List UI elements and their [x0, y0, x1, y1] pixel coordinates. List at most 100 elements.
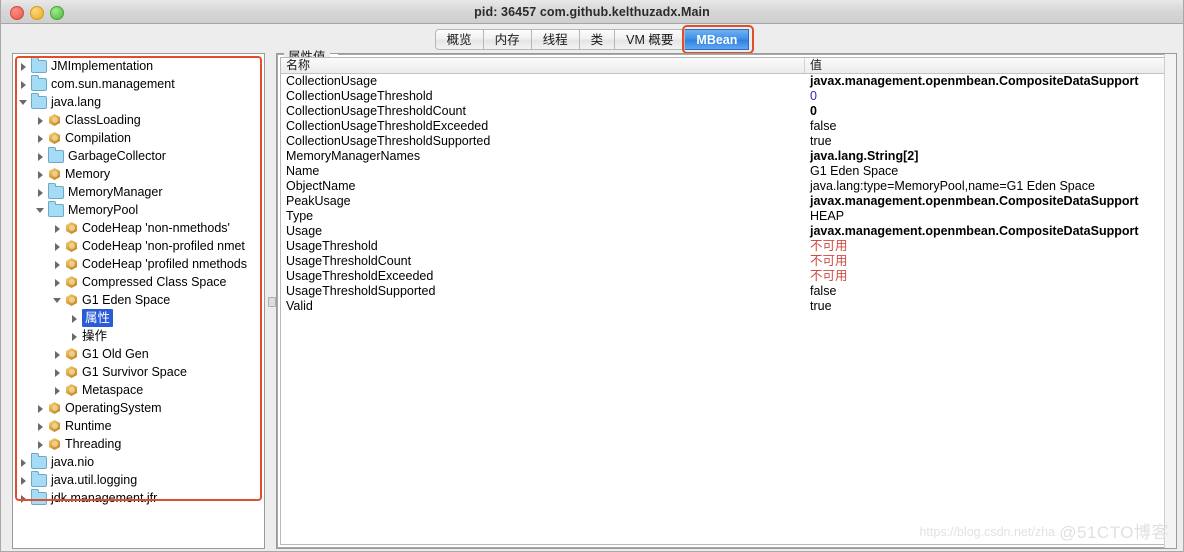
- chevron-down-icon[interactable]: [53, 291, 65, 309]
- table-row[interactable]: PeakUsage javax.management.openmbean.Comp…: [281, 194, 1172, 209]
- chevron-right-icon[interactable]: [53, 363, 65, 381]
- tree-node[interactable]: Threading: [13, 435, 264, 453]
- pane-splitter[interactable]: [265, 53, 276, 549]
- vertical-scrollbar[interactable]: [1164, 54, 1176, 548]
- attribute-name-cell: UsageThresholdCount: [286, 254, 412, 268]
- attribute-value-cell[interactable]: true: [805, 299, 1172, 314]
- chevron-right-icon[interactable]: [19, 75, 31, 93]
- tree-node[interactable]: G1 Survivor Space: [13, 363, 264, 381]
- minimize-button[interactable]: [30, 6, 44, 20]
- tree-node[interactable]: Runtime: [13, 417, 264, 435]
- chevron-right-icon[interactable]: [53, 237, 65, 255]
- tree-node[interactable]: java.nio: [13, 452, 264, 471]
- chevron-right-icon[interactable]: [19, 471, 31, 489]
- zoom-button[interactable]: [50, 6, 64, 20]
- table-row[interactable]: Valid true: [281, 299, 1172, 314]
- chevron-right-icon[interactable]: [36, 183, 48, 201]
- tree-node[interactable]: G1 Eden Space: [13, 291, 264, 309]
- attribute-value-cell[interactable]: javax.management.openmbean.CompositeData…: [805, 224, 1172, 239]
- tree-node[interactable]: JMImplementation: [13, 56, 264, 75]
- attribute-value-cell[interactable]: 0: [805, 89, 1172, 104]
- splitter-grip[interactable]: [267, 297, 276, 307]
- chevron-right-icon[interactable]: [53, 345, 65, 363]
- tree-node[interactable]: CodeHeap 'non-profiled nmet: [13, 237, 264, 255]
- tree-node[interactable]: 操作: [13, 327, 264, 345]
- chevron-right-icon[interactable]: [36, 147, 48, 165]
- table-row[interactable]: Name G1 Eden Space: [281, 164, 1172, 179]
- mbean-tree[interactable]: JMImplementation com.sun.management java.l…: [13, 54, 264, 507]
- chevron-right-icon[interactable]: [19, 57, 31, 75]
- chevron-right-icon[interactable]: [36, 435, 48, 453]
- tab-2[interactable]: 线程: [531, 28, 580, 50]
- tree-node[interactable]: Compilation: [13, 129, 264, 147]
- tree-node[interactable]: com.sun.management: [13, 74, 264, 93]
- tab-0[interactable]: 概览: [434, 28, 484, 50]
- tree-node[interactable]: G1 Old Gen: [13, 345, 264, 363]
- tree-node[interactable]: Memory: [13, 165, 264, 183]
- chevron-right-icon[interactable]: [36, 417, 48, 435]
- attribute-value-cell[interactable]: 不可用: [805, 254, 1172, 269]
- column-header-name[interactable]: 名称: [281, 58, 805, 73]
- chevron-right-icon[interactable]: [53, 273, 65, 291]
- table-row[interactable]: UsageThresholdCount 不可用: [281, 254, 1172, 269]
- attribute-value-cell[interactable]: false: [805, 284, 1172, 299]
- tree-node[interactable]: MemoryPool: [13, 200, 264, 219]
- tree-node[interactable]: java.util.logging: [13, 470, 264, 489]
- tree-node[interactable]: ClassLoading: [13, 111, 264, 129]
- chevron-right-icon[interactable]: [53, 255, 65, 273]
- tree-node[interactable]: OperatingSystem: [13, 399, 264, 417]
- attribute-value-cell[interactable]: java.lang.String[2]: [805, 149, 1172, 164]
- tree-node[interactable]: GarbageCollector: [13, 146, 264, 165]
- attribute-value-cell[interactable]: java.lang:type=MemoryPool,name=G1 Eden S…: [805, 179, 1172, 194]
- chevron-right-icon[interactable]: [19, 453, 31, 471]
- table-row[interactable]: CollectionUsageThresholdSupported true: [281, 134, 1172, 149]
- tree-node[interactable]: 属性: [13, 309, 264, 327]
- attribute-value-cell[interactable]: 不可用: [805, 269, 1172, 284]
- chevron-right-icon[interactable]: [70, 327, 82, 345]
- table-row[interactable]: CollectionUsage javax.management.openmbea…: [281, 74, 1172, 89]
- chevron-right-icon[interactable]: [36, 129, 48, 147]
- chevron-right-icon[interactable]: [70, 309, 82, 327]
- tree-node-label: jdk.management.jfr: [51, 491, 158, 505]
- tree-node[interactable]: java.lang: [13, 92, 264, 111]
- tab-4[interactable]: VM 概要: [615, 28, 686, 50]
- folder-icon: [48, 182, 64, 199]
- chevron-right-icon[interactable]: [53, 219, 65, 237]
- attribute-value-cell[interactable]: javax.management.openmbean.CompositeData…: [805, 194, 1172, 209]
- table-row[interactable]: Type HEAP: [281, 209, 1172, 224]
- chevron-right-icon[interactable]: [36, 165, 48, 183]
- attribute-value-cell[interactable]: false: [805, 119, 1172, 134]
- chevron-down-icon[interactable]: [36, 201, 48, 219]
- tree-node[interactable]: Compressed Class Space: [13, 273, 264, 291]
- table-row[interactable]: Usage javax.management.openmbean.Composit…: [281, 224, 1172, 239]
- attribute-value-cell[interactable]: 0: [805, 104, 1172, 119]
- attribute-value-cell[interactable]: true: [805, 134, 1172, 149]
- table-row[interactable]: CollectionUsageThresholdCount 0: [281, 104, 1172, 119]
- table-row[interactable]: CollectionUsageThresholdExceeded false: [281, 119, 1172, 134]
- table-row[interactable]: ObjectName java.lang:type=MemoryPool,name…: [281, 179, 1172, 194]
- close-button[interactable]: [10, 6, 24, 20]
- tab-5[interactable]: MBean: [685, 28, 750, 50]
- tree-node[interactable]: jdk.management.jfr: [13, 488, 264, 507]
- tree-node[interactable]: CodeHeap 'non-nmethods': [13, 219, 264, 237]
- attribute-value-cell[interactable]: javax.management.openmbean.CompositeData…: [805, 74, 1172, 89]
- attribute-value-cell[interactable]: HEAP: [805, 209, 1172, 224]
- table-row[interactable]: UsageThresholdSupported false: [281, 284, 1172, 299]
- table-row[interactable]: MemoryManagerNames java.lang.String[2]: [281, 149, 1172, 164]
- tree-node[interactable]: CodeHeap 'profiled nmethods: [13, 255, 264, 273]
- attribute-value-cell[interactable]: G1 Eden Space: [805, 164, 1172, 179]
- tree-node[interactable]: Metaspace: [13, 381, 264, 399]
- chevron-right-icon[interactable]: [19, 489, 31, 507]
- table-row[interactable]: CollectionUsageThreshold 0: [281, 89, 1172, 104]
- table-row[interactable]: UsageThresholdExceeded 不可用: [281, 269, 1172, 284]
- attribute-value-cell[interactable]: 不可用: [805, 239, 1172, 254]
- chevron-right-icon[interactable]: [53, 381, 65, 399]
- tab-3[interactable]: 类: [579, 28, 616, 50]
- chevron-down-icon[interactable]: [19, 93, 31, 111]
- tree-node[interactable]: MemoryManager: [13, 182, 264, 201]
- tab-1[interactable]: 内存: [483, 28, 532, 50]
- table-row[interactable]: UsageThreshold 不可用: [281, 239, 1172, 254]
- chevron-right-icon[interactable]: [36, 399, 48, 417]
- chevron-right-icon[interactable]: [36, 111, 48, 129]
- column-header-value[interactable]: 值: [805, 58, 1172, 73]
